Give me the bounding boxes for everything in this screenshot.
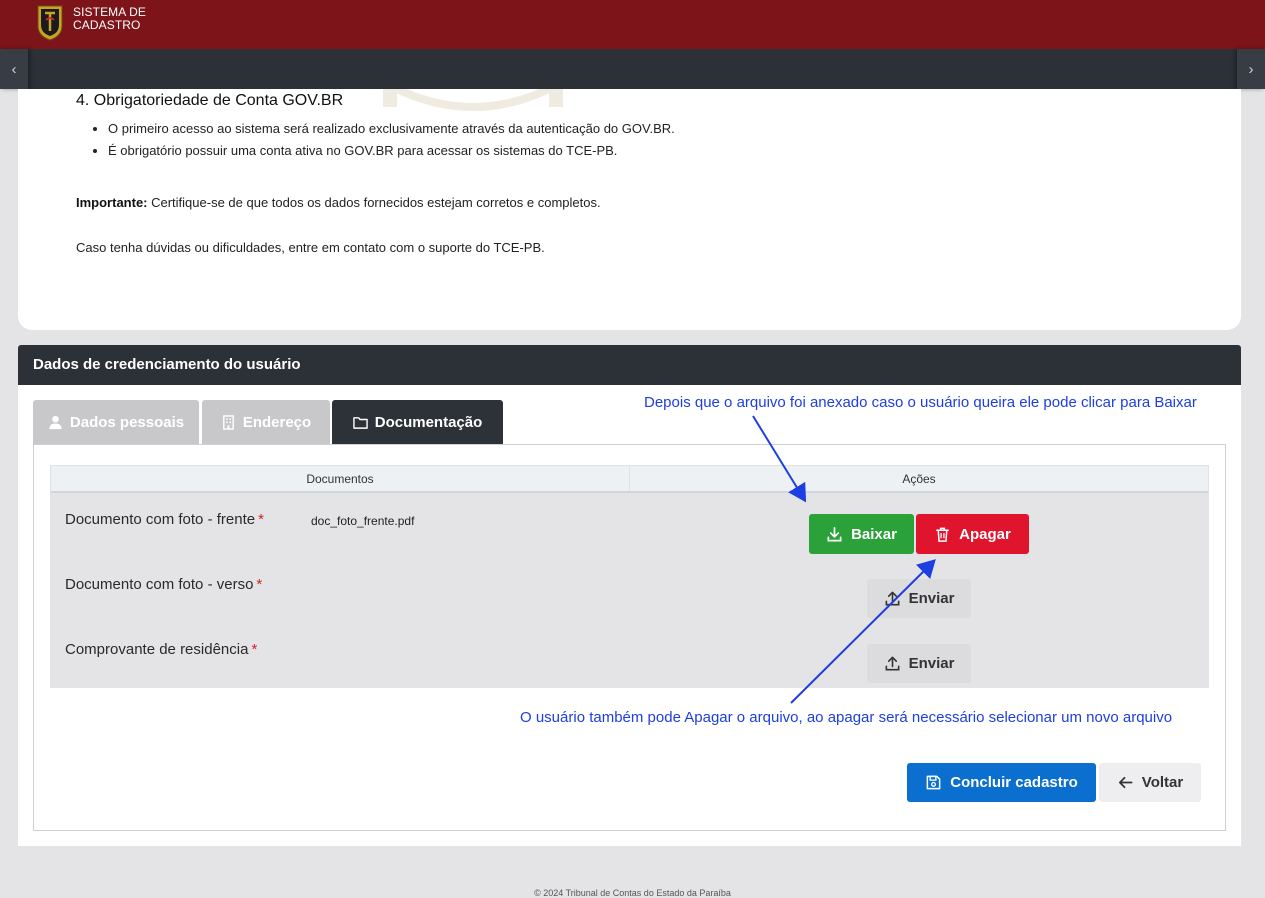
annotation-apagar: O usuário também pode Apagar o arquivo, … (520, 709, 1173, 726)
enviar-button[interactable]: Enviar (867, 644, 971, 683)
document-name-text: Documento com foto - frente (65, 511, 256, 528)
upload-icon (885, 656, 900, 671)
tab-label: Documentação (374, 413, 483, 431)
baixar-button[interactable]: Baixar (809, 514, 914, 554)
top-bar: SISTEMA DE CADASTRO (0, 0, 1265, 49)
info-card: 4. Obrigatoriedade de Conta GOV.BR O pri… (18, 89, 1241, 330)
tab-documentacao[interactable]: Documentação (332, 400, 503, 444)
document-name-text: Documento com foto - verso (65, 576, 254, 593)
table-row: Comprovante de residência * Enviar (50, 623, 1209, 688)
brand-title: SISTEMA DE CADASTRO (73, 6, 146, 32)
watermark-emblem-icon (383, 89, 563, 111)
sub-bar (0, 49, 1265, 89)
chevron-left-icon: ‹ (11, 60, 17, 78)
required-mark: * (251, 641, 258, 658)
user-icon (49, 415, 62, 429)
section-body: Dados pessoais Endereço Documentação Doc… (18, 385, 1241, 846)
important-note: Importante: Certifique-se de que todos o… (76, 195, 601, 210)
document-name: Documento com foto - verso * (65, 576, 262, 593)
document-name: Documento com foto - frente * (65, 511, 264, 528)
voltar-button[interactable]: Voltar (1099, 763, 1201, 802)
info-title: 4. Obrigatoriedade de Conta GOV.BR (76, 92, 344, 109)
annotation-baixar: Depois que o arquivo foi anexado caso o … (644, 394, 1197, 411)
required-mark: * (258, 511, 264, 528)
save-icon (926, 775, 941, 790)
upload-icon (885, 591, 900, 606)
enviar-label: Enviar (908, 655, 955, 672)
baixar-label: Baixar (851, 525, 897, 543)
contact-note: Caso tenha dúvidas ou dificuldades, entr… (76, 240, 545, 255)
attached-file-name: doc_foto_frente.pdf (311, 514, 415, 528)
document-name-text: Comprovante de residência (65, 641, 249, 658)
table-row: Documento com foto - frente * doc_foto_fr… (50, 493, 1209, 558)
arrow-left-icon (1118, 776, 1133, 789)
table-header: Documentos Ações (50, 465, 1209, 493)
tab-label: Endereço (242, 413, 312, 431)
important-label: Importante: (76, 195, 148, 210)
brand-line-2: CADASTRO (73, 18, 141, 32)
download-icon (827, 526, 842, 541)
column-header-documentos: Documentos (51, 466, 630, 491)
tab-endereco[interactable]: Endereço (202, 400, 330, 444)
voltar-label: Voltar (1141, 774, 1184, 791)
apagar-button[interactable]: Apagar (916, 514, 1029, 554)
enviar-button[interactable]: Enviar (867, 579, 971, 618)
tab-dados-pessoais[interactable]: Dados pessoais (33, 400, 199, 444)
trash-icon (936, 527, 950, 542)
scroll-left-button[interactable]: ‹ (0, 49, 28, 89)
info-bullet: O primeiro acesso ao sistema será realiz… (108, 120, 675, 142)
tce-logo-icon (37, 5, 63, 41)
apagar-label: Apagar (959, 525, 1011, 543)
chevron-right-icon: › (1248, 60, 1254, 78)
concluir-cadastro-button[interactable]: Concluir cadastro (907, 763, 1096, 802)
footer: © 2024 Tribunal de Contas do Estado da P… (534, 888, 731, 898)
table-row: Documento com foto - verso * Enviar (50, 558, 1209, 623)
info-bullet: É obrigatório possuir uma conta ativa no… (108, 142, 675, 164)
required-mark: * (256, 576, 263, 593)
folder-icon (352, 416, 368, 429)
concluir-label: Concluir cadastro (950, 774, 1078, 791)
building-icon (222, 414, 234, 430)
tab-label: Dados pessoais (69, 413, 185, 431)
document-name: Comprovante de residência * (65, 641, 257, 658)
info-bullet-list: O primeiro acesso ao sistema será realiz… (108, 120, 675, 164)
scroll-right-button[interactable]: › (1237, 49, 1265, 89)
important-text: Certifique-se de que todos os dados forn… (147, 195, 601, 210)
documents-table: Documentos Ações Documento com foto - fr… (50, 465, 1209, 688)
column-header-acoes: Ações (902, 472, 936, 486)
enviar-label: Enviar (908, 590, 955, 607)
section-header: Dados de credenciamento do usuário (18, 345, 1241, 385)
